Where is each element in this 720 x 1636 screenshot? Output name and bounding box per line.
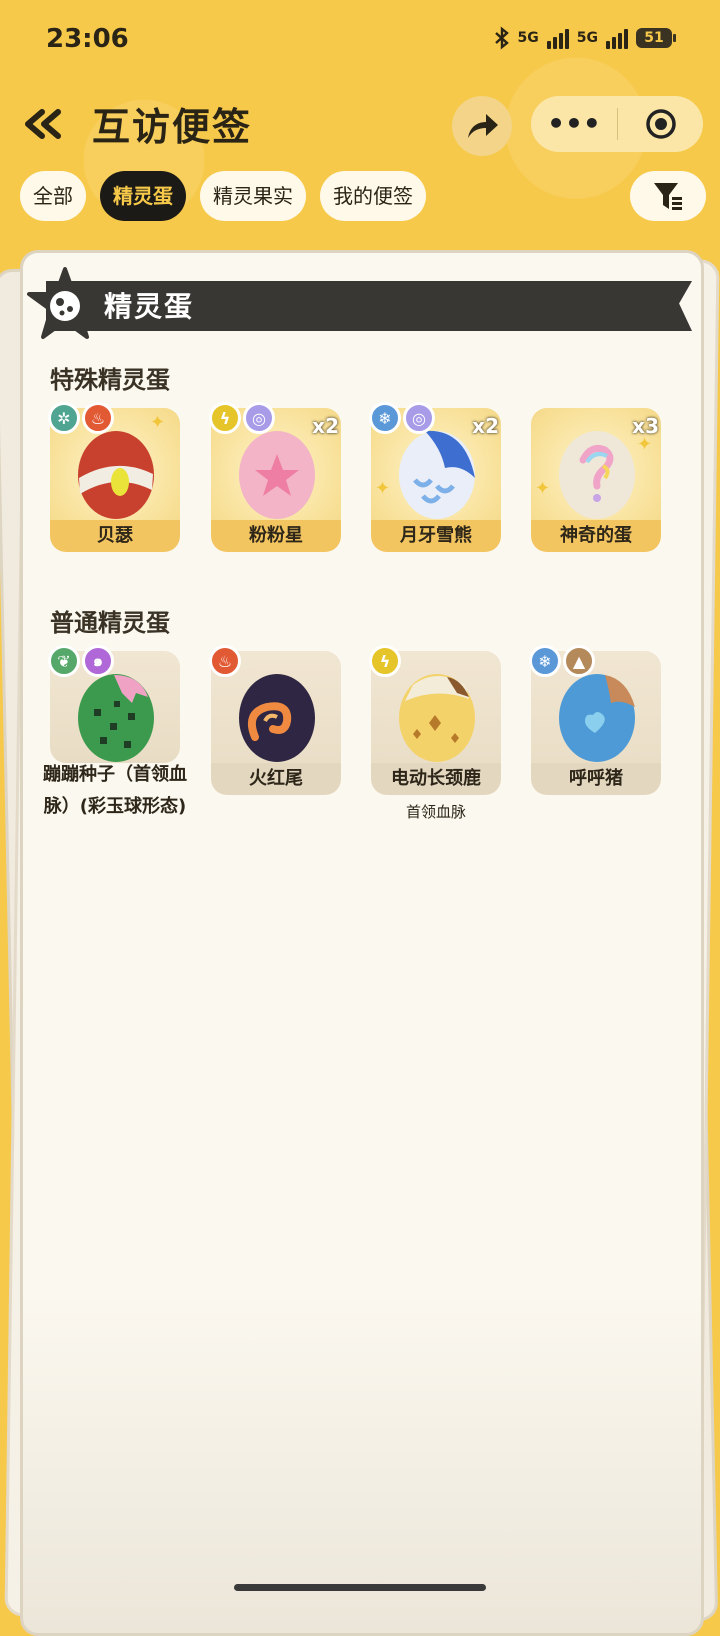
egg-name: 呼呼猪 [531,763,661,795]
tab-my-notes[interactable]: 我的便签 [320,171,426,221]
network-label-1: 5G [517,30,539,46]
egg-card-frame: ✦ ✲ ♨ 贝瑟 [48,402,180,552]
network-label-2: 5G [576,30,598,46]
category-tabs: 全部 精灵蛋 精灵果实 我的便签 [20,171,426,221]
signal-icon [546,27,569,49]
egg-name: 神奇的蛋 [531,520,661,552]
egg-card-frame: ❦ ๑ [48,645,180,763]
egg-image [78,431,154,519]
sparkle-icon: ✦ [375,478,391,499]
target-icon [645,109,676,139]
egg-name: 电动长颈鹿 [371,763,501,795]
attribute-badges: ϟ [369,645,401,677]
normal-eggs-title: 普通精灵蛋 [50,609,170,637]
egg-card[interactable]: ✦ ✦ x3 神奇的蛋 [531,408,661,552]
snowflake-icon: ❄ [369,402,401,434]
sparkle-icon: ✦ [535,478,551,499]
egg-subtitle: 首领血脉 [405,803,466,821]
egg-card-frame: ✦ ✦ x3 神奇的蛋 [531,408,661,552]
egg-image [78,674,154,762]
battery-icon: 51 [636,28,676,48]
fire-icon: ♨ [209,645,241,677]
attribute-badges: ❄ ▲ [529,645,595,677]
tab-spirit-eggs[interactable]: 精灵蛋 [100,171,186,221]
home-indicator[interactable] [234,1584,486,1591]
star-badge-icon [26,266,104,344]
fire-icon: ♨ [82,402,114,434]
egg-image [559,674,635,762]
page-title: 互访便签 [92,105,253,149]
egg-name: 火红尾 [211,763,341,795]
spiral-icon: ◎ [243,402,275,434]
egg-card[interactable]: ✦ ✲ ♨ 贝瑟 [48,402,180,552]
egg-count: x3 [632,414,659,438]
close-miniprogram-button[interactable] [618,107,703,141]
egg-card[interactable]: ❄ ▲ 呼呼猪 [529,645,661,795]
tab-all[interactable]: 全部 [20,171,86,221]
lightning-icon: ϟ [369,645,401,677]
egg-count: x2 [312,414,339,438]
egg-card-frame: ♨ 火红尾 [209,645,341,795]
egg-card[interactable]: ✦ ❄ ◎ x2 月牙雪熊 [369,402,501,552]
share-arrow-icon [468,114,498,138]
egg-name: 粉粉星 [211,520,341,552]
snowflake-icon: ❄ [529,645,561,677]
attribute-badges: ϟ ◎ [209,402,275,434]
egg-image [399,430,475,519]
attribute-badges: ✲ ♨ [48,402,114,434]
double-chevron-left-icon [25,109,61,139]
egg-image [559,431,635,519]
gear-icon: ✲ [48,402,80,434]
egg-card-frame: ϟ ◎ x2 粉粉星 [209,402,341,552]
egg-image [399,674,475,762]
egg-image [239,431,315,519]
egg-count: x2 [472,414,499,438]
egg-name: 蹦蹦种子（首领血脉）(彩玉球形态) [43,764,187,817]
more-button[interactable]: ••• [531,96,617,152]
back-button[interactable] [20,100,68,148]
egg-card-frame: ✦ ❄ ◎ x2 月牙雪熊 [369,402,501,552]
egg-card[interactable]: ϟ ◎ x2 粉粉星 [209,402,341,552]
tab-spirit-fruits[interactable]: 精灵果实 [200,171,306,221]
egg-image [239,674,315,762]
status-time: 23:06 [46,24,129,54]
status-icons: 5G 5G 51 [494,26,676,50]
egg-card-frame: ❄ ▲ 呼呼猪 [529,645,661,795]
leaf-icon: ❦ [48,645,80,677]
egg-card-frame: ϟ 电动长颈鹿 [369,645,501,795]
share-button[interactable] [452,96,512,156]
attribute-badges: ❄ ◎ [369,402,435,434]
banner-title: 精灵蛋 [104,290,195,323]
bluetooth-icon [494,26,509,50]
egg-card[interactable]: ♨ 火红尾 [209,645,341,795]
lightning-icon: ϟ [209,402,241,434]
miniprogram-capsule: ••• [531,96,703,152]
attribute-badges: ❦ ๑ [48,645,114,677]
egg-name: 贝瑟 [50,520,180,552]
swirl-icon: ๑ [82,645,114,677]
filter-icon [654,183,682,210]
egg-card[interactable]: ϟ 电动长颈鹿 首领血脉 [369,645,501,821]
special-eggs-title: 特殊精灵蛋 [50,366,170,394]
signal-icon [606,27,628,49]
spiral-icon: ◎ [403,402,435,434]
mountain-icon: ▲ [563,645,595,677]
egg-name: 月牙雪熊 [371,520,501,552]
status-bar: 23:06 5G 5G 51 [0,0,720,80]
egg-card[interactable]: ❦ ๑ 蹦蹦种子（首领血脉）(彩玉球形态) [43,645,187,817]
filter-button[interactable] [630,171,706,221]
attribute-badges: ♨ [209,645,241,677]
